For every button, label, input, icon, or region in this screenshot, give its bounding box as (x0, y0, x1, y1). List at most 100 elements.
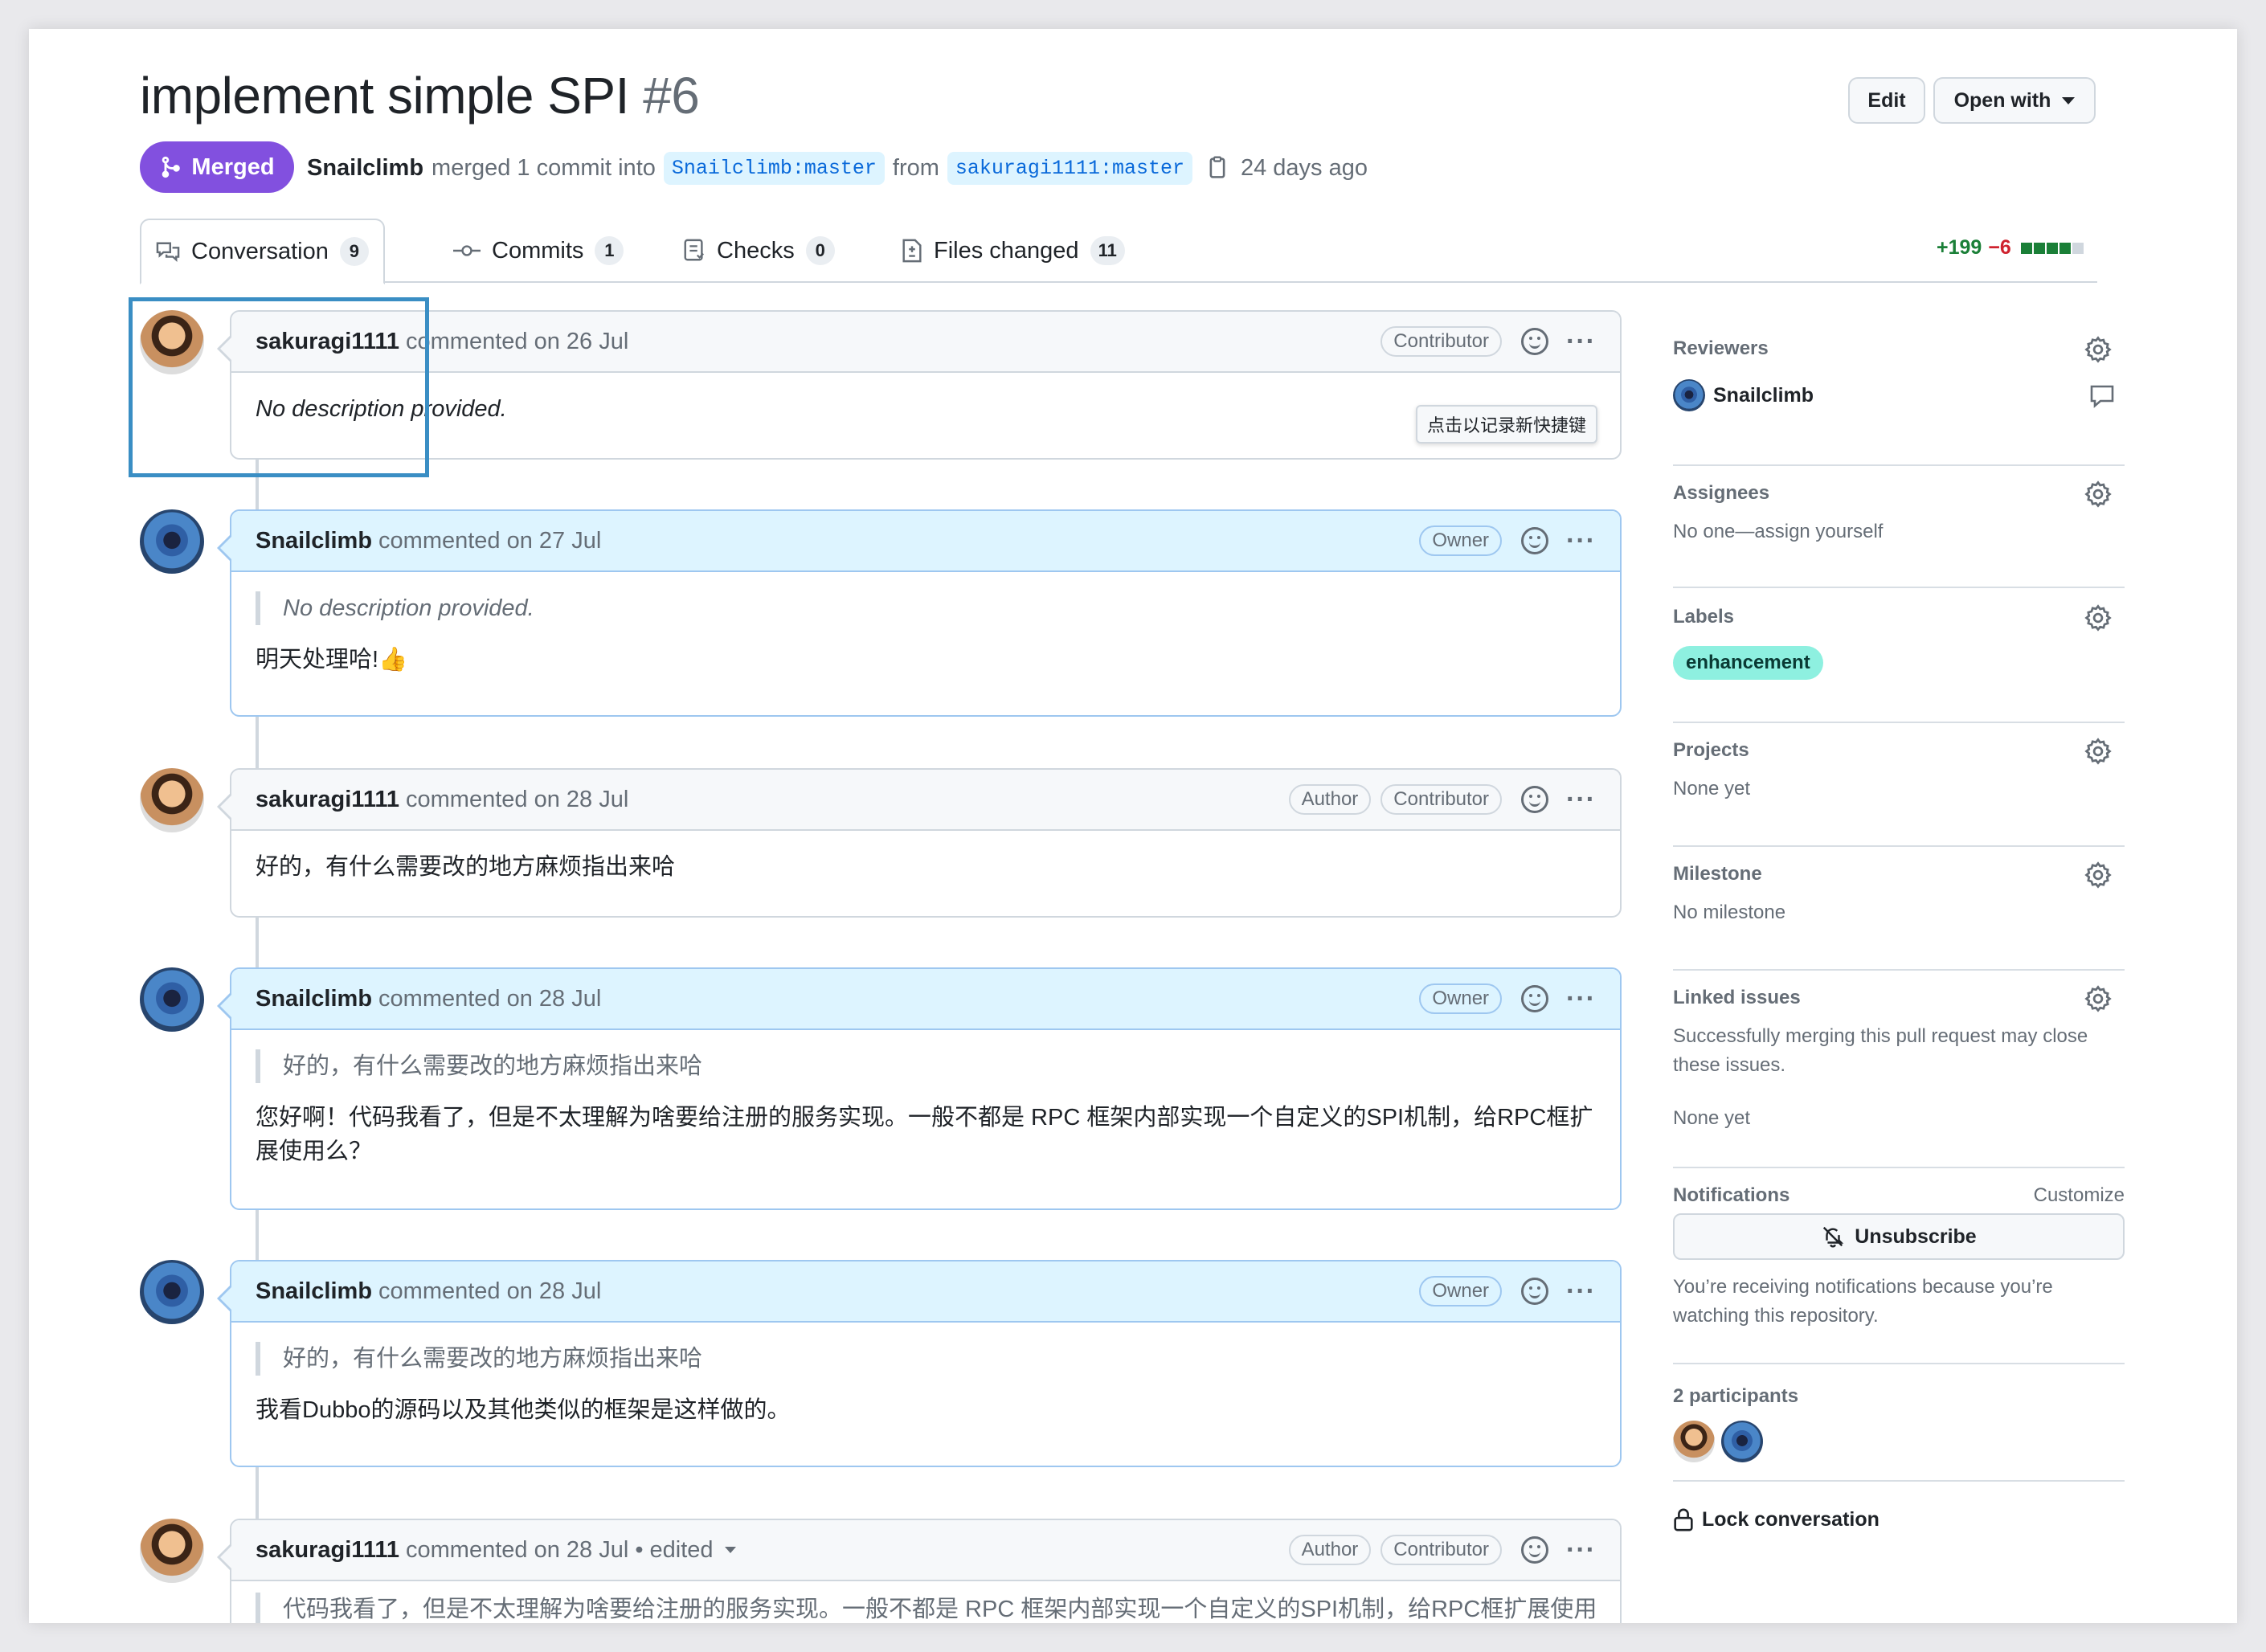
unsubscribe-label: Unsubscribe (1855, 1225, 1977, 1248)
comment-action: commented on 28 Jul (406, 786, 629, 812)
kebab-horizontal-icon[interactable]: ··· (1566, 784, 1596, 816)
comment-quote: No description provided. (256, 591, 1596, 625)
pr-tabs: Conversation 9 Commits 1 Checks 0 Files … (140, 219, 2097, 284)
avatar-snailclimb[interactable] (140, 509, 204, 574)
smiley-icon[interactable] (1521, 527, 1549, 554)
role-badge-author: Author (1288, 1535, 1372, 1565)
kebab-horizontal-icon[interactable]: ··· (1566, 525, 1596, 557)
unsubscribe-button[interactable]: Unsubscribe (1673, 1213, 2125, 1260)
comment-2: Snailclimb commented on 27 Jul Owner ···… (217, 509, 1622, 717)
sidebar-labels: Labels enhancement (1673, 604, 2125, 723)
gear-icon[interactable] (2084, 738, 2112, 765)
comment-author[interactable]: Snailclimb (256, 528, 372, 554)
role-badge-owner: Owner (1419, 1276, 1503, 1306)
gear-icon[interactable] (2084, 985, 2112, 1012)
avatar-snailclimb[interactable] (140, 967, 204, 1032)
avatar-sakuragi1111[interactable] (140, 768, 204, 832)
page-title: implement simple SPI #6 (140, 66, 700, 125)
comment-6: sakuragi1111 commented on 28 Jul • edite… (217, 1519, 1622, 1623)
smiley-icon[interactable] (1521, 328, 1549, 355)
comment-header: sakuragi1111 commented on 26 Jul Contrib… (231, 312, 1620, 373)
checklist-icon (684, 239, 705, 261)
copy-icon[interactable] (1207, 156, 1228, 180)
merged-state-badge: Merged (140, 141, 294, 193)
gear-icon[interactable] (2084, 336, 2112, 363)
reviewers-heading: Reviewers (1673, 337, 1769, 359)
diffstat: +199 −6 (1937, 236, 2084, 260)
kebab-horizontal-icon[interactable]: ··· (1566, 983, 1596, 1015)
comment-author[interactable]: Snailclimb (256, 1278, 372, 1305)
lock-conversation-link[interactable]: Lock conversation (1673, 1507, 1879, 1531)
milestone-value: No milestone (1673, 902, 1786, 923)
comment-body: No description provided. 明天处理哈!👍 (231, 572, 1620, 697)
sidebar-milestone: Milestone No milestone (1673, 861, 2125, 971)
role-badge-contributor: Contributor (1380, 326, 1503, 357)
avatar-sakuragi1111[interactable] (140, 310, 204, 374)
tab-conversation-count: 9 (339, 237, 369, 266)
comment-author[interactable]: sakuragi1111 (256, 787, 399, 813)
comment-text: 好的，有什么需要改的地方麻烦指出来哈 (256, 854, 676, 880)
gear-icon[interactable] (2084, 480, 2112, 508)
participant-avatar-sakuragi1111[interactable] (1673, 1421, 1715, 1462)
comment-author[interactable]: sakuragi1111 (256, 1537, 399, 1564)
gear-icon[interactable] (2084, 604, 2112, 632)
comment-author[interactable]: Snailclimb (256, 986, 372, 1012)
comment-4: Snailclimb commented on 28 Jul Owner ···… (217, 967, 1622, 1210)
lock-icon (1674, 1508, 1693, 1531)
tab-checks[interactable]: Checks 0 (669, 219, 849, 283)
comment-icon[interactable] (2089, 384, 2115, 408)
tab-files-changed-count: 11 (1090, 236, 1125, 265)
reviewer-item[interactable]: Snailclimb (1673, 379, 1814, 411)
sidebar-projects: Projects None yet (1673, 738, 2125, 847)
role-badge-owner: Owner (1419, 983, 1503, 1014)
base-branch[interactable]: Snailclimb:master (663, 151, 885, 185)
edited-dropdown-icon[interactable] (724, 1547, 736, 1553)
tab-conversation[interactable]: Conversation 9 (140, 219, 385, 284)
diffstat-block (2020, 242, 2032, 254)
label-enhancement[interactable]: enhancement (1673, 646, 1823, 680)
comment-text: 我看Dubbo的源码以及其他类似的框架是这样做的。 (256, 1397, 791, 1423)
smiley-icon[interactable] (1521, 985, 1549, 1012)
smiley-icon[interactable] (1521, 1536, 1549, 1564)
participant-avatar-snailclimb[interactable] (1721, 1421, 1763, 1462)
head-branch[interactable]: sakuragi1111:master (947, 151, 1192, 185)
comment-3: sakuragi1111 commented on 28 Jul Author … (217, 768, 1622, 918)
participants-heading: 2 participants (1673, 1385, 1799, 1407)
merged-by-user[interactable]: Snailclimb (307, 155, 423, 182)
tab-commits[interactable]: Commits 1 (439, 219, 638, 283)
avatar-sakuragi1111[interactable] (140, 1519, 204, 1583)
diffstat-additions: +199 (1937, 236, 1982, 259)
milestone-heading: Milestone (1673, 863, 1762, 885)
bell-slash-icon (1823, 1226, 1844, 1248)
smiley-icon[interactable] (1521, 786, 1549, 813)
linked-issues-heading: Linked issues (1673, 987, 1801, 1008)
tab-conversation-label: Conversation (191, 238, 329, 264)
kebab-horizontal-icon[interactable]: ··· (1566, 1535, 1596, 1566)
comment-body: 代码我看了，但是不太理解为啥要给注册的服务实现。一般不都是 RPC 框架内部实现… (231, 1581, 1620, 1623)
tab-checks-label: Checks (717, 237, 795, 264)
comment-author[interactable]: sakuragi1111 (256, 329, 399, 355)
comment-discussion-icon (156, 242, 180, 263)
from-word: from (892, 154, 939, 181)
linked-issues-value: None yet (1673, 1107, 1751, 1129)
merged-label: Merged (191, 153, 275, 180)
diffstat-block (2072, 242, 2084, 254)
open-with-button[interactable]: Open with (1933, 77, 2096, 124)
chevron-down-icon (2062, 96, 2076, 104)
kebab-horizontal-icon[interactable]: ··· (1566, 326, 1596, 358)
avatar-snailclimb[interactable] (140, 1260, 204, 1324)
edit-button[interactable]: Edit (1848, 77, 1925, 124)
reviewer-avatar (1673, 379, 1705, 411)
role-badge-contributor: Contributor (1380, 1535, 1503, 1565)
assign-yourself-link[interactable]: No one—assign yourself (1673, 517, 1883, 546)
smiley-icon[interactable] (1521, 1278, 1549, 1305)
comment-body: 好的，有什么需要改的地方麻烦指出来哈 (231, 831, 1620, 905)
diffstat-deletions: −6 (1988, 236, 2011, 259)
tab-files-changed[interactable]: Files changed 11 (887, 219, 1139, 283)
customize-link[interactable]: Customize (2034, 1184, 2125, 1207)
merge-text: merged 1 commit into (432, 154, 656, 181)
comment-action: commented on 28 Jul (378, 985, 602, 1012)
comment-header: Snailclimb commented on 28 Jul Owner ··· (231, 1261, 1620, 1323)
kebab-horizontal-icon[interactable]: ··· (1566, 1276, 1596, 1307)
gear-icon[interactable] (2084, 861, 2112, 889)
